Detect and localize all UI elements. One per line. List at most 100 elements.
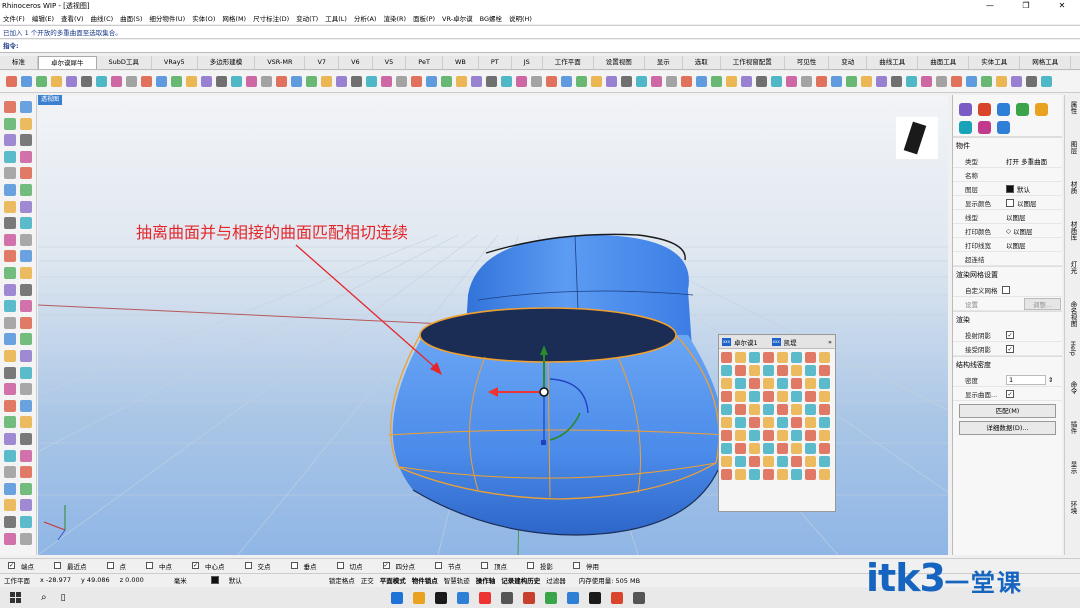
taskbar-app-icon[interactable]: [544, 591, 557, 604]
tab-15[interactable]: 显示: [645, 56, 683, 69]
toolbar-tool-icon[interactable]: [756, 76, 767, 87]
left-tool-icon[interactable]: [4, 150, 16, 163]
density-input[interactable]: 1: [1006, 374, 1046, 385]
osnap-checkbox[interactable]: [573, 562, 580, 569]
tab-18[interactable]: 可见性: [785, 56, 830, 69]
taskbar-app-icon[interactable]: [522, 591, 535, 604]
toolbar-tool-icon[interactable]: [201, 76, 212, 87]
tab-1[interactable]: 卓尔谟犀牛: [38, 56, 97, 69]
toolbar-tool-icon[interactable]: [726, 76, 737, 87]
floating-tab-2[interactable]: xxx 凯堤: [771, 337, 797, 347]
left-tool-icon[interactable]: [20, 150, 32, 163]
osnap-8[interactable]: ✓ 四分点: [379, 561, 422, 571]
left-tool-icon[interactable]: [4, 267, 16, 279]
taskbar-app-icon[interactable]: [456, 591, 469, 604]
show-surface-checkbox[interactable]: ✓: [1006, 389, 1014, 398]
taskbar-app-icon[interactable]: [434, 591, 447, 604]
osnap-checkbox[interactable]: [290, 562, 298, 569]
toolbar-tool-icon[interactable]: [981, 76, 992, 87]
left-tool-icon[interactable]: [4, 532, 16, 545]
left-tool-icon[interactable]: [4, 350, 16, 362]
toolbar-tool-icon[interactable]: [891, 76, 902, 87]
toolbar-tool-icon[interactable]: [621, 76, 632, 87]
float-tool-icon[interactable]: [777, 469, 788, 480]
float-tool-icon[interactable]: [805, 391, 816, 402]
toolbar-tool-icon[interactable]: [141, 76, 152, 87]
float-tool-icon[interactable]: [735, 378, 746, 389]
menu-item-16[interactable]: 说明(H): [509, 13, 532, 23]
toolbar-tool-icon[interactable]: [96, 76, 107, 87]
properties-page-icon[interactable]: [1016, 103, 1029, 116]
toolbar-tool-icon[interactable]: [636, 76, 647, 87]
left-tool-icon[interactable]: [20, 316, 32, 329]
properties-page-icon[interactable]: [1035, 103, 1048, 116]
toolbar-tool-icon[interactable]: [831, 76, 842, 87]
tab-10[interactable]: WB: [443, 56, 479, 69]
toolbar-tool-icon[interactable]: [921, 76, 932, 87]
toolbar-tool-icon[interactable]: [36, 76, 47, 87]
osnap-checkbox[interactable]: [146, 562, 153, 569]
toolbar-tool-icon[interactable]: [351, 76, 362, 87]
osnap-checkbox[interactable]: ✓: [382, 562, 390, 569]
float-tool-icon[interactable]: [721, 391, 732, 402]
osnap-checkbox[interactable]: [106, 562, 114, 569]
float-tool-icon[interactable]: [777, 417, 788, 428]
float-tool-icon[interactable]: [791, 378, 802, 389]
float-tool-icon[interactable]: [819, 365, 830, 376]
left-tool-icon[interactable]: [20, 300, 32, 313]
toolbar-tool-icon[interactable]: [681, 76, 692, 87]
close-button[interactable]: ✕: [1044, 0, 1080, 12]
more-icon[interactable]: »: [828, 338, 832, 346]
menu-item-15[interactable]: BG螺栓: [480, 13, 502, 23]
osnap-3[interactable]: 中点: [142, 561, 178, 571]
cplane-label[interactable]: 工作平面: [4, 575, 30, 585]
float-tool-icon[interactable]: [791, 430, 802, 441]
tab-6[interactable]: V7: [305, 56, 340, 69]
toolbar-tool-icon[interactable]: [576, 76, 587, 87]
properties-page-icon[interactable]: [959, 103, 972, 116]
menu-item-4[interactable]: 曲面(S): [120, 13, 142, 23]
float-tool-icon[interactable]: [721, 443, 732, 454]
toolbar-tool-icon[interactable]: [321, 76, 332, 87]
left-tool-icon[interactable]: [4, 449, 16, 462]
float-tool-icon[interactable]: [805, 443, 816, 454]
float-tool-icon[interactable]: [777, 378, 788, 389]
properties-page-icon[interactable]: [997, 120, 1010, 134]
osnap-checkbox[interactable]: [527, 562, 534, 569]
taskbar-app-icon[interactable]: [588, 591, 601, 604]
left-tool-icon[interactable]: [4, 399, 16, 412]
tab-3[interactable]: VRay5: [152, 56, 198, 69]
osnap-4[interactable]: ✓ 中心点: [188, 561, 231, 571]
tab-22[interactable]: 实体工具: [969, 56, 1021, 69]
tab-4[interactable]: 多边形建模: [198, 56, 256, 69]
left-tool-icon[interactable]: [4, 283, 16, 296]
float-tool-icon[interactable]: [777, 352, 788, 363]
float-tool-icon[interactable]: [805, 430, 816, 441]
tab-16[interactable]: 选取: [683, 56, 721, 69]
float-tool-icon[interactable]: [805, 469, 816, 480]
float-tool-icon[interactable]: [763, 417, 774, 428]
left-tool-icon[interactable]: [20, 482, 32, 495]
taskbar-app-icon[interactable]: [632, 591, 645, 604]
left-tool-icon[interactable]: [4, 366, 16, 379]
tab-8[interactable]: V5: [373, 56, 407, 69]
windows-start-icon[interactable]: [10, 592, 21, 603]
toolbar-tool-icon[interactable]: [216, 76, 227, 87]
left-tool-icon[interactable]: [4, 101, 16, 113]
current-layer[interactable]: 默认: [207, 575, 248, 585]
left-tool-icon[interactable]: [20, 333, 32, 346]
menu-item-6[interactable]: 实体(O): [192, 13, 215, 23]
float-tool-icon[interactable]: [735, 469, 746, 480]
left-tool-icon[interactable]: [4, 416, 16, 429]
floating-tab-1[interactable]: xxx 卓尔谟1: [722, 337, 758, 347]
toolbar-tool-icon[interactable]: [606, 76, 617, 87]
toolbar-tool-icon[interactable]: [906, 76, 917, 87]
menu-item-11[interactable]: 分析(A): [354, 13, 377, 23]
units[interactable]: 毫米: [174, 575, 187, 585]
float-tool-icon[interactable]: [749, 365, 760, 376]
toolbar-tool-icon[interactable]: [21, 76, 32, 87]
float-tool-icon[interactable]: [791, 443, 802, 454]
float-tool-icon[interactable]: [791, 469, 802, 480]
toolbar-tool-icon[interactable]: [516, 76, 527, 87]
float-tool-icon[interactable]: [819, 469, 830, 480]
